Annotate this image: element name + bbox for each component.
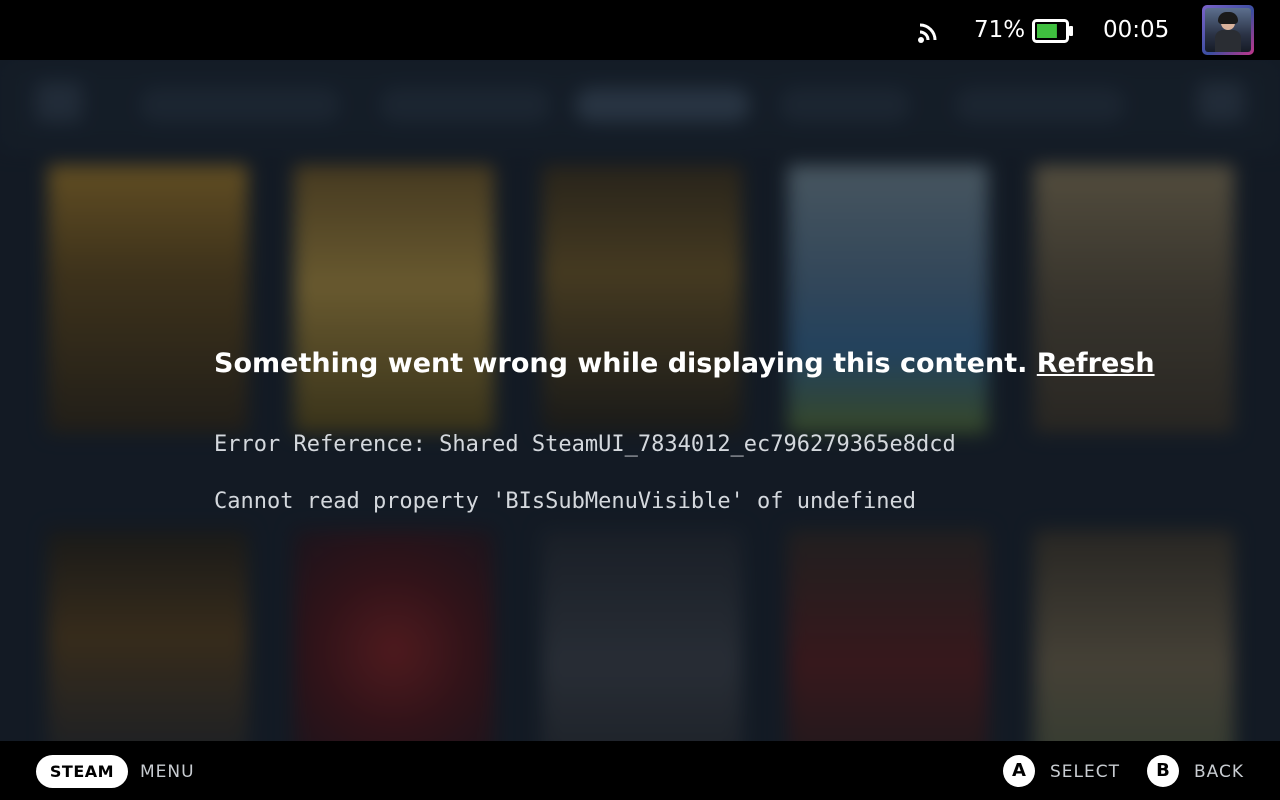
refresh-link[interactable]: Refresh <box>1037 348 1155 379</box>
user-avatar[interactable] <box>1202 5 1254 55</box>
steam-button[interactable]: STEAM <box>36 755 128 788</box>
error-title: Something went wrong while displaying th… <box>214 346 1155 382</box>
select-label[interactable]: SELECT <box>1050 761 1120 783</box>
error-message: Something went wrong while displaying th… <box>214 348 1028 379</box>
wifi-icon <box>918 23 937 43</box>
clock: 00:05 <box>1103 17 1170 43</box>
bottom-bar: STEAM MENU A SELECT B BACK <box>0 741 1280 800</box>
error-reference: Error Reference: Shared SteamUI_7834012_… <box>214 432 956 457</box>
avatar-image <box>1205 8 1251 52</box>
menu-label[interactable]: MENU <box>140 761 195 783</box>
library-background <box>0 60 1280 741</box>
battery-percent: 71% <box>974 17 1026 43</box>
b-button-glyph: B <box>1147 755 1179 787</box>
dim-overlay <box>0 60 1280 741</box>
status-bar: 71% 00:05 <box>0 0 1280 60</box>
battery-icon <box>1032 19 1073 43</box>
back-label[interactable]: BACK <box>1194 761 1244 783</box>
a-button-glyph: A <box>1003 755 1035 787</box>
error-detail: Cannot read property 'BIsSubMenuVisible'… <box>214 489 916 514</box>
